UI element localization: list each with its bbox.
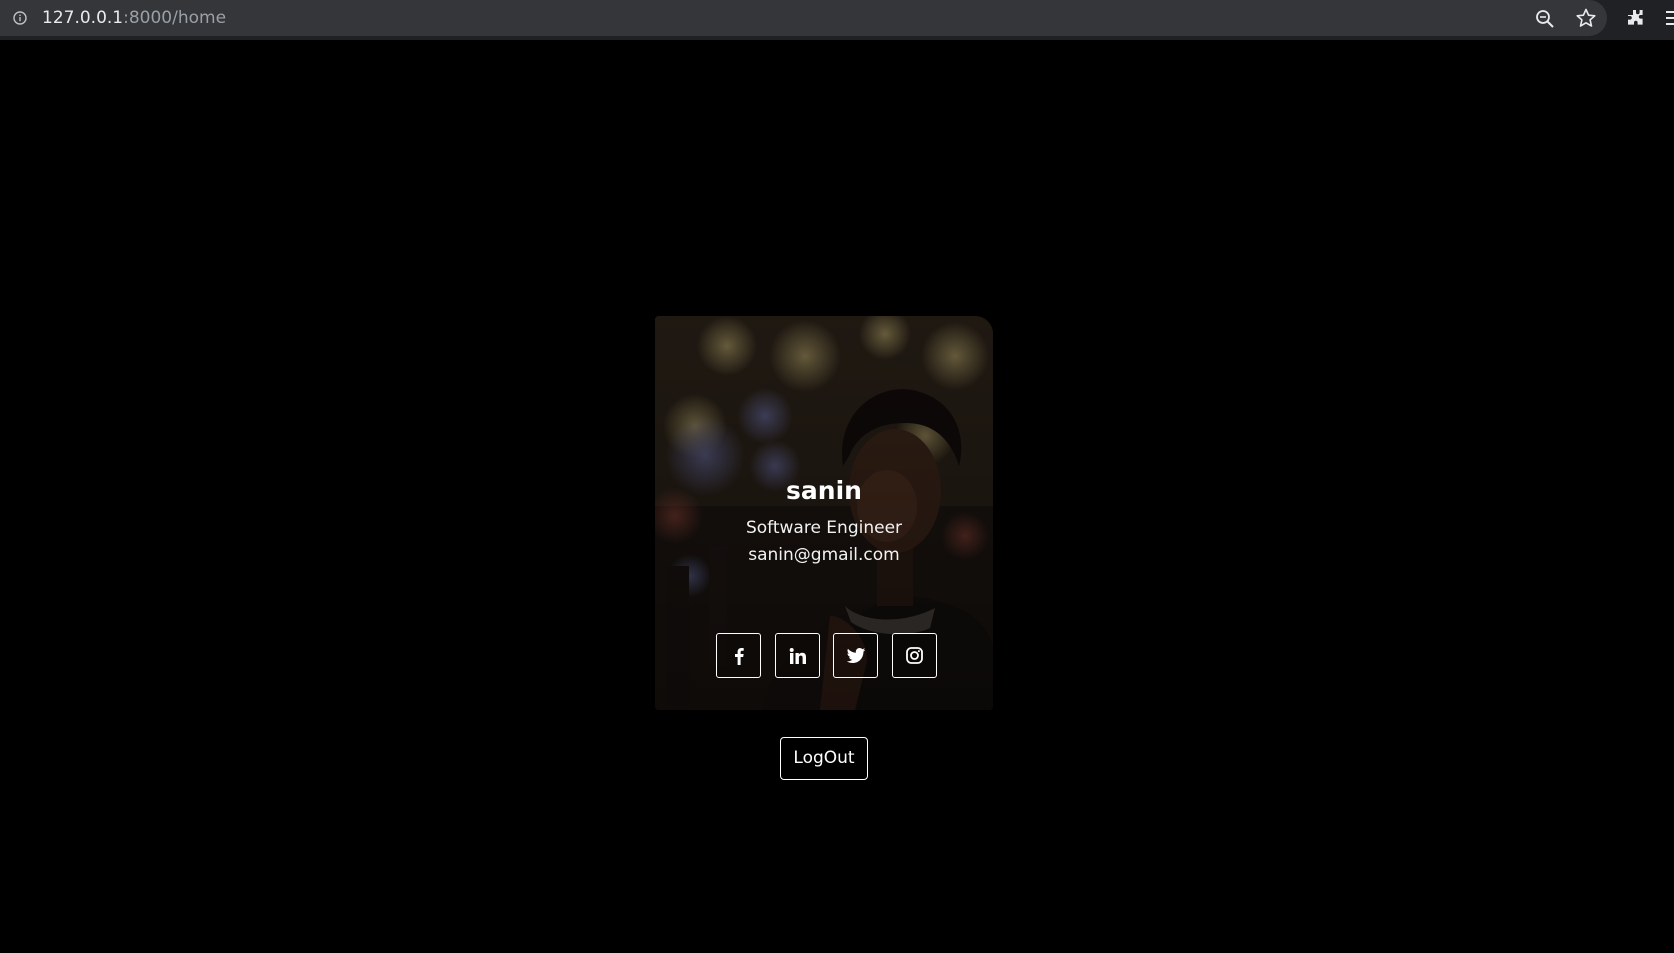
extensions-icon[interactable] <box>1625 8 1646 29</box>
twitter-button[interactable] <box>833 633 878 678</box>
linkedin-button[interactable] <box>775 633 820 678</box>
facebook-button[interactable] <box>716 633 761 678</box>
profile-email: sanin@gmail.com <box>748 545 900 565</box>
zoom-icon[interactable] <box>1535 9 1555 29</box>
instagram-icon <box>906 647 923 664</box>
menu-icon[interactable] <box>1664 10 1674 26</box>
url-host: 127.0.0.1 <box>42 8 124 28</box>
browser-toolbar: 127.0.0.1:8000/home <box>0 0 1674 40</box>
logout-button[interactable]: LogOut <box>780 737 868 780</box>
info-icon[interactable] <box>13 11 27 25</box>
linkedin-icon <box>789 647 806 664</box>
facebook-icon <box>734 647 744 665</box>
instagram-button[interactable] <box>892 633 937 678</box>
address-bar[interactable]: 127.0.0.1:8000/home <box>0 0 1607 36</box>
url-path: :8000/home <box>123 8 227 28</box>
profile-name: sanin <box>786 476 862 505</box>
star-icon[interactable] <box>1576 8 1596 28</box>
url-text[interactable]: 127.0.0.1:8000/home <box>42 7 226 29</box>
profile-card: sanin Software Engineer sanin@gmail.com <box>655 316 993 710</box>
twitter-icon <box>846 648 865 663</box>
profile-photo <box>655 316 993 710</box>
profile-role: Software Engineer <box>745 518 903 538</box>
